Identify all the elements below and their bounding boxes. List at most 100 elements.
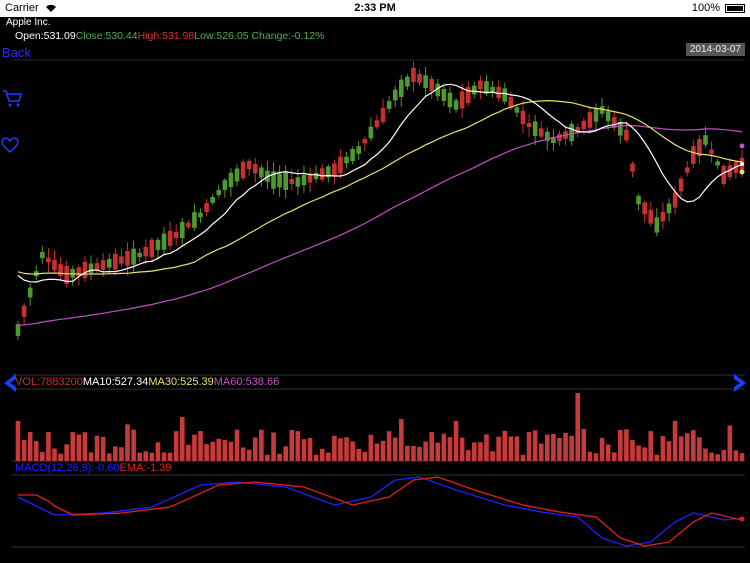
volume-bar — [307, 437, 313, 461]
volume-bar — [271, 432, 276, 461]
candle-body — [520, 110, 526, 125]
volume-bar — [618, 429, 623, 461]
volume-bar — [313, 454, 319, 461]
volume-bar — [301, 439, 307, 461]
volume-bar — [100, 436, 106, 461]
volume-bar — [575, 393, 581, 461]
stock-chart[interactable] — [0, 0, 750, 563]
volume-bar — [21, 440, 27, 461]
volume-bar — [33, 441, 39, 461]
candle-body — [368, 126, 374, 139]
volume-bar — [557, 438, 562, 461]
candle-body — [660, 211, 666, 222]
candle-body — [532, 121, 538, 137]
volume-bar — [344, 437, 349, 461]
volume-bar — [204, 444, 209, 461]
volume-bar — [691, 430, 696, 461]
candle-body — [283, 172, 288, 190]
macd-value: MACD(12,26,9):-0.60 — [15, 462, 120, 474]
volume-bars — [15, 393, 745, 461]
ema-value: EMA:-1.39 — [119, 462, 172, 474]
candle-body — [514, 107, 520, 113]
volume-bar — [149, 452, 155, 461]
candle-body — [113, 253, 118, 270]
cart-icon[interactable] — [2, 88, 22, 108]
volume-bar — [167, 452, 173, 461]
candle-body — [642, 202, 647, 215]
candle-body — [277, 173, 282, 188]
volume-bar — [246, 449, 252, 461]
candle-body — [313, 172, 319, 180]
volume-bar — [350, 441, 355, 461]
volume-bar — [155, 442, 161, 461]
candle-body — [210, 197, 215, 203]
volume-bar — [265, 454, 270, 461]
volume-bar — [161, 452, 167, 461]
volume-bar — [514, 436, 520, 461]
volume-bar — [234, 429, 240, 461]
candle-body — [605, 111, 611, 122]
candle-body — [593, 108, 599, 122]
volume-bar — [283, 446, 288, 461]
volume-bar — [563, 432, 568, 461]
volume-bar — [27, 431, 33, 461]
volume-bar — [58, 453, 63, 461]
candle-body — [374, 120, 380, 128]
ma30-end-dot — [739, 169, 745, 175]
arrow-right-icon[interactable] — [728, 372, 750, 394]
volume-bar — [630, 439, 635, 461]
volume-bar — [222, 440, 228, 461]
candle-body — [581, 120, 587, 130]
volume-bar — [411, 445, 416, 461]
volume-bar — [106, 453, 112, 461]
candle-body — [587, 112, 593, 128]
volume-bar — [472, 442, 477, 461]
candle-body — [478, 80, 483, 90]
candle-body — [502, 88, 508, 102]
volume-bar — [666, 441, 672, 461]
volume-bar — [70, 432, 76, 461]
candle-body — [417, 73, 422, 83]
candle-body — [672, 192, 678, 208]
candle-body — [216, 189, 222, 196]
macd-line — [17, 476, 743, 547]
volume-bar — [490, 451, 495, 461]
volume-bar — [423, 441, 428, 461]
volume-bar — [593, 453, 599, 461]
candle-body — [405, 76, 410, 87]
back-button[interactable]: Back — [2, 45, 31, 60]
candle-body — [289, 178, 295, 185]
candle-body — [392, 89, 398, 101]
heart-icon[interactable] — [0, 135, 20, 155]
candle-body — [228, 172, 234, 188]
volume-bar — [484, 434, 489, 461]
candle-body — [131, 248, 136, 265]
volume-bar — [119, 447, 124, 461]
candle-body — [155, 239, 161, 251]
volume-bar — [210, 441, 215, 461]
volume-bar — [289, 429, 295, 461]
candle-body — [204, 203, 209, 212]
volume-bar — [502, 430, 508, 461]
candle-body — [295, 177, 301, 187]
ma10-value: MA10:527.34 — [82, 376, 149, 388]
volume-bar — [325, 452, 331, 461]
candle-body — [344, 156, 349, 164]
volume-bar — [526, 432, 532, 461]
volume-bar — [82, 432, 88, 461]
volume-bar — [599, 437, 605, 461]
volume-bar — [642, 447, 647, 461]
candle-body — [222, 180, 228, 190]
candle-body — [526, 122, 532, 128]
ma30-value: MA30:525.39 — [148, 376, 214, 388]
candle-body — [350, 149, 355, 161]
candle-body — [234, 168, 240, 182]
candle-body — [684, 167, 690, 173]
candle-body — [557, 133, 562, 142]
volume-bar — [319, 448, 325, 461]
volume-bar — [332, 435, 337, 461]
volume-value: VOL:7883200 — [15, 376, 83, 388]
volume-bar — [672, 420, 678, 461]
candle-body — [332, 163, 337, 177]
candle-body — [630, 163, 635, 172]
